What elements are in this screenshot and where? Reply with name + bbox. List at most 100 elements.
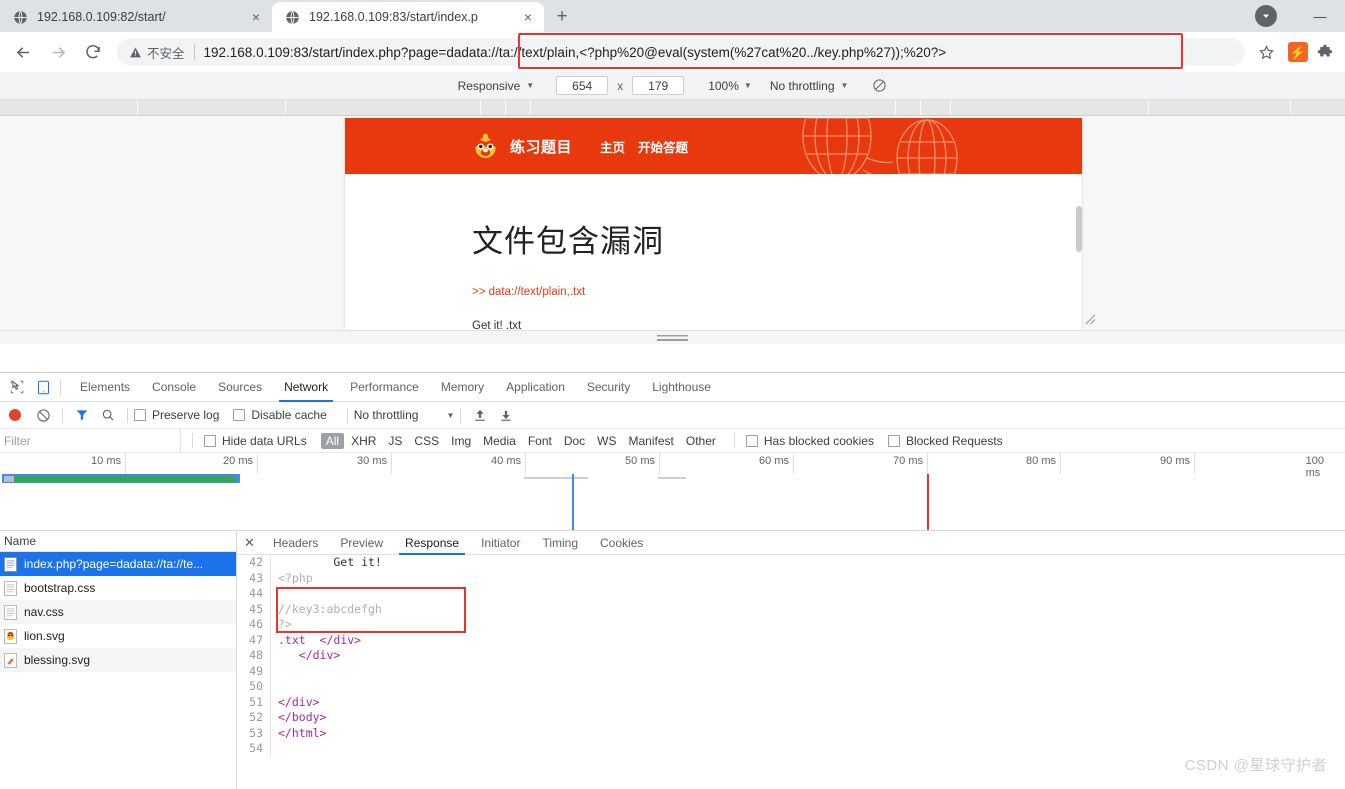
tab-lighthouse[interactable]: Lighthouse bbox=[641, 373, 722, 402]
device-select[interactable]: Responsive ▼ bbox=[458, 79, 535, 93]
filter-type-font[interactable]: Font bbox=[523, 433, 557, 449]
tab-memory[interactable]: Memory bbox=[430, 373, 495, 402]
puzzle-icon[interactable] bbox=[1315, 43, 1337, 62]
clear-icon[interactable] bbox=[30, 408, 56, 423]
browser-tab-2[interactable]: 192.168.0.109:83/start/index.p × bbox=[272, 2, 544, 32]
network-toolbar: Preserve log Disable cache No throttling… bbox=[0, 402, 1345, 429]
request-list-header[interactable]: Name bbox=[0, 531, 236, 552]
tab-application[interactable]: Application bbox=[495, 373, 576, 402]
detail-tab-response[interactable]: Response bbox=[394, 531, 470, 555]
filter-type-other[interactable]: Other bbox=[681, 433, 721, 449]
detail-tab-initiator[interactable]: Initiator bbox=[470, 531, 531, 555]
request-row-nav-css[interactable]: nav.css bbox=[0, 600, 236, 624]
code-lines: 42 Get it! 43 <?php 44 45//key3:abcdefgh 46 ?>… bbox=[237, 555, 1345, 757]
filter-divider bbox=[733, 433, 735, 448]
line-content: Get it! bbox=[278, 555, 382, 569]
filter-type-js[interactable]: JS bbox=[383, 433, 407, 449]
close-icon[interactable]: × bbox=[248, 9, 264, 25]
site-nav-link-home[interactable]: 主页 bbox=[600, 137, 625, 156]
record-button[interactable] bbox=[9, 409, 21, 421]
overview-tick-20ms: 20 ms bbox=[223, 455, 253, 467]
tab-sources[interactable]: Sources bbox=[207, 373, 273, 402]
filter-type-xhr[interactable]: XHR bbox=[346, 433, 381, 449]
site-brand[interactable]: 练习题目 bbox=[510, 136, 572, 157]
tab-network[interactable]: Network bbox=[273, 373, 339, 402]
search-icon[interactable] bbox=[95, 408, 121, 422]
code-line: 48 </div> bbox=[237, 648, 1345, 664]
preserve-log-label: Preserve log bbox=[152, 408, 220, 422]
forward-arrow-icon[interactable] bbox=[43, 37, 73, 67]
lightning-icon[interactable]: ⚡ bbox=[1288, 42, 1308, 62]
code-line: 51 </div> bbox=[237, 694, 1345, 710]
import-har-icon[interactable] bbox=[467, 408, 493, 422]
device-toggle-icon[interactable] bbox=[30, 380, 56, 395]
browser-tab-1[interactable]: 192.168.0.109:82/start/ × bbox=[0, 2, 272, 32]
page-title: 文件包含漏洞 bbox=[472, 224, 664, 259]
close-icon[interactable]: × bbox=[520, 9, 536, 25]
stylesheet-icon bbox=[4, 604, 17, 620]
code-line: 44 bbox=[237, 586, 1345, 602]
request-row-blessing-svg[interactable]: blessing.svg bbox=[0, 648, 236, 672]
export-har-icon[interactable] bbox=[493, 408, 519, 422]
overview-tick-50ms: 50 ms bbox=[625, 455, 655, 467]
viewport-height-input[interactable]: 179 bbox=[632, 76, 685, 95]
emulated-viewport-area: 练习题目 主页 开始答题 文件包含漏洞 >> data://text/plain… bbox=[0, 116, 1345, 344]
has-blocked-cookies-checkbox[interactable]: Has blocked cookies bbox=[745, 434, 874, 448]
star-icon[interactable] bbox=[1251, 44, 1281, 61]
address-bar[interactable]: 不安全 192.168.0.109:83/start/index.php?pag… bbox=[117, 38, 1245, 66]
tab-elements[interactable]: Elements bbox=[69, 373, 141, 402]
page-scrollbar[interactable] bbox=[1076, 206, 1082, 252]
filter-type-media[interactable]: Media bbox=[478, 433, 521, 449]
tab-performance[interactable]: Performance bbox=[339, 373, 430, 402]
detail-tab-cookies[interactable]: Cookies bbox=[589, 531, 654, 555]
reload-icon[interactable] bbox=[78, 37, 108, 67]
filter-type-css[interactable]: CSS bbox=[409, 433, 444, 449]
request-row-lion-svg[interactable]: lion.svg bbox=[0, 624, 236, 648]
request-row-index-php[interactable]: index.php?page=dadata://ta://te... bbox=[0, 552, 236, 576]
filter-type-manifest[interactable]: Manifest bbox=[624, 433, 679, 449]
detail-tab-timing[interactable]: Timing bbox=[531, 531, 589, 555]
devtools-splitter[interactable] bbox=[0, 330, 1345, 344]
filter-input[interactable]: Filter bbox=[0, 428, 181, 453]
overview-tick-mark bbox=[524, 477, 588, 479]
network-throttling-select[interactable]: No throttling ▼ bbox=[354, 408, 455, 422]
blocked-requests-label: Blocked Requests bbox=[905, 433, 1003, 448]
no-media-icon[interactable] bbox=[872, 78, 887, 93]
disable-cache-checkbox[interactable]: Disable cache bbox=[233, 408, 327, 422]
detail-tab-headers[interactable]: Headers bbox=[262, 531, 329, 555]
profile-avatar-icon[interactable] bbox=[1255, 5, 1277, 27]
resize-handle-icon[interactable] bbox=[1083, 312, 1096, 328]
request-row-bootstrap-css[interactable]: bootstrap.css bbox=[0, 576, 236, 600]
line-number: 52 bbox=[237, 710, 271, 726]
window-minimize-button[interactable]: — bbox=[1303, 9, 1337, 24]
back-arrow-icon[interactable] bbox=[8, 37, 38, 67]
payload-link[interactable]: >> data://text/plain,.txt bbox=[472, 286, 1082, 298]
new-tab-button[interactable]: + bbox=[548, 2, 576, 30]
security-warning[interactable]: 不安全 bbox=[129, 43, 185, 62]
zoom-select[interactable]: 100% ▼ bbox=[708, 79, 752, 93]
tab-console[interactable]: Console bbox=[141, 373, 207, 402]
overview-tick-60ms: 60 ms bbox=[759, 455, 789, 467]
overview-tick-10ms: 10 ms bbox=[91, 455, 121, 467]
blocked-requests-checkbox[interactable]: Blocked Requests bbox=[887, 433, 1003, 448]
viewport-width-input[interactable]: 654 bbox=[556, 76, 609, 95]
filter-type-ws[interactable]: WS bbox=[592, 433, 621, 449]
device-throttling-select[interactable]: No throttling ▼ bbox=[770, 79, 849, 93]
line-number: 48 bbox=[237, 648, 271, 664]
site-nav-link-start[interactable]: 开始答题 bbox=[638, 137, 688, 156]
preserve-log-checkbox[interactable]: Preserve log bbox=[134, 408, 219, 422]
network-overview[interactable]: 10 ms 20 ms 30 ms 40 ms 50 ms 60 ms 70 m… bbox=[0, 453, 1345, 531]
tab-title: 192.168.0.109:82/start/ bbox=[37, 10, 166, 24]
load-event-marker bbox=[927, 474, 929, 530]
response-body-viewer[interactable]: 42 Get it! 43 <?php 44 45//key3:abcdefgh 46 ?>… bbox=[237, 555, 1345, 789]
filter-type-all[interactable]: All bbox=[320, 432, 345, 449]
hide-data-urls-checkbox[interactable]: Hide data URLs bbox=[204, 434, 307, 448]
close-detail-icon[interactable]: ✕ bbox=[237, 535, 262, 551]
detail-tab-preview[interactable]: Preview bbox=[329, 531, 394, 555]
filter-type-img[interactable]: Img bbox=[446, 433, 476, 449]
filter-type-doc[interactable]: Doc bbox=[559, 433, 590, 449]
filter-icon[interactable] bbox=[69, 408, 95, 422]
inspect-cursor-icon[interactable] bbox=[4, 380, 30, 394]
toolbar-divider bbox=[60, 379, 61, 395]
tab-security[interactable]: Security bbox=[576, 373, 641, 402]
